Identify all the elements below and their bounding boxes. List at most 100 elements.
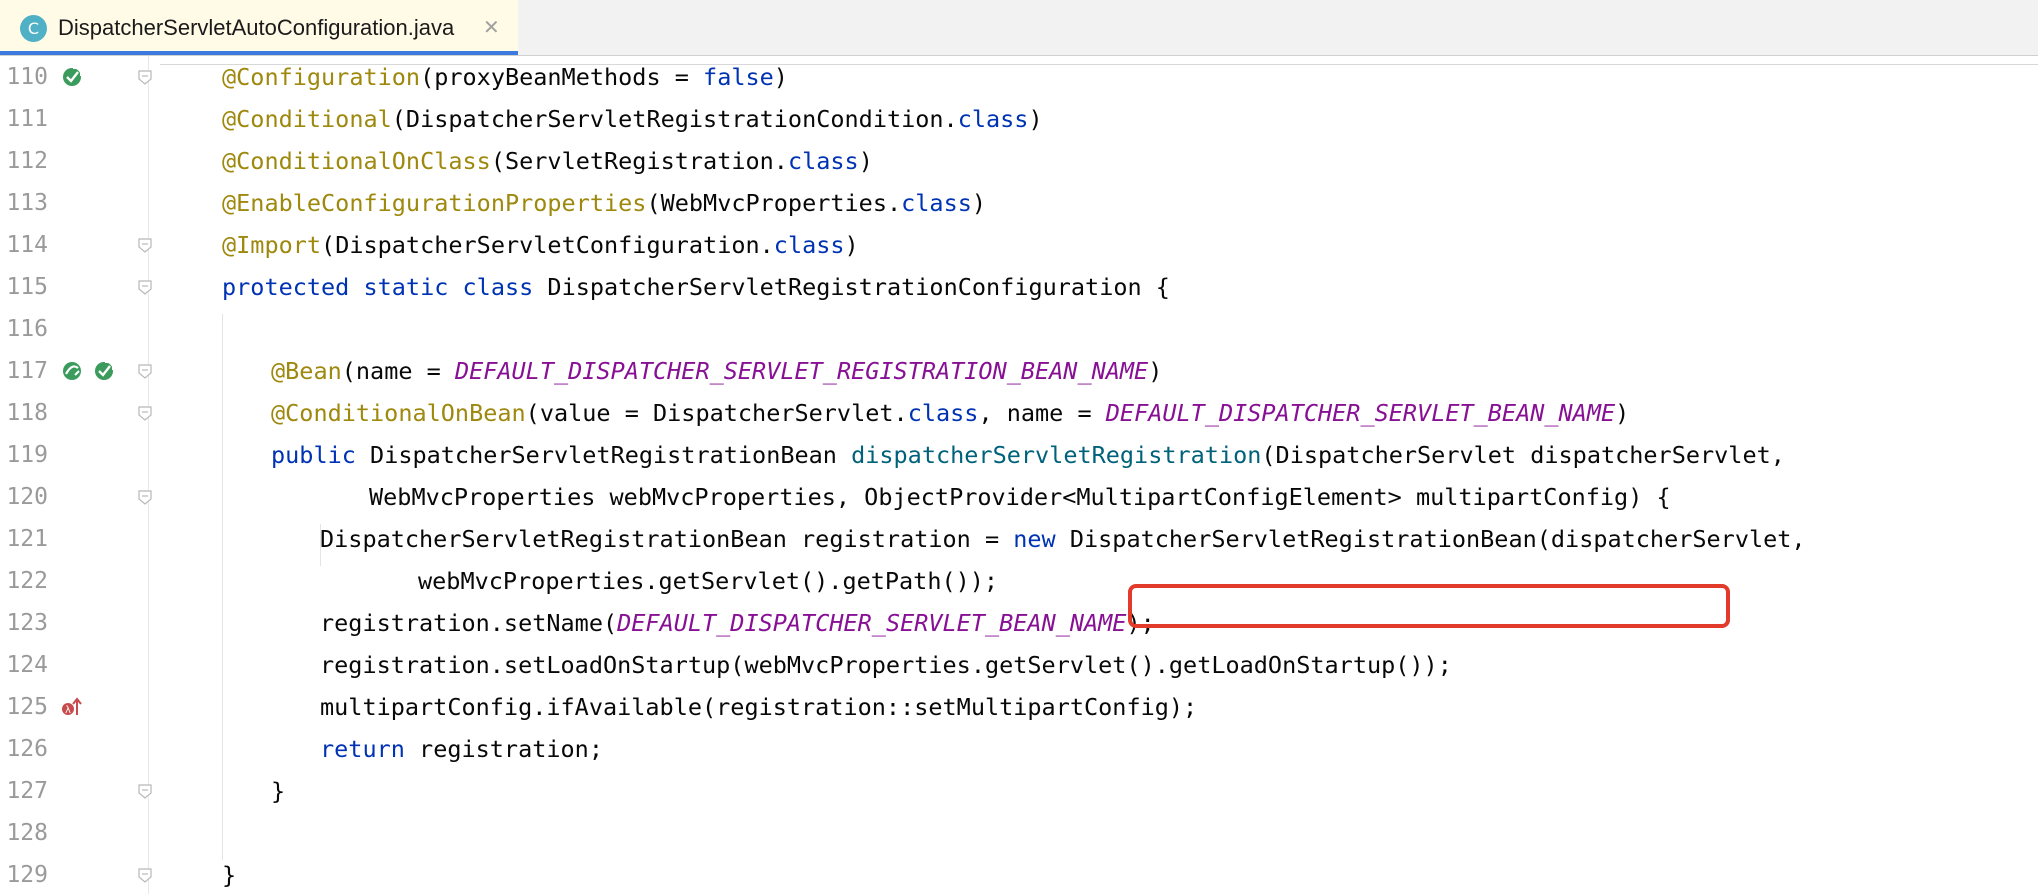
code-token: class bbox=[901, 189, 972, 217]
code-line[interactable]: 128 bbox=[0, 812, 2038, 854]
code-line[interactable]: 121 DispatcherServletRegistrationBean reg… bbox=[0, 518, 2038, 560]
fold-marker-icon[interactable] bbox=[137, 279, 153, 295]
code-token: DEFAULT_DISPATCHER_SERVLET_BEAN_NAME bbox=[1105, 399, 1616, 427]
code-token: ) bbox=[1148, 357, 1163, 385]
code-line[interactable]: 124 registration.setLoadOnStartup(webMvcP… bbox=[0, 644, 2038, 686]
code-text[interactable]: protected static class DispatcherServlet… bbox=[222, 266, 1170, 308]
code-token: @ConditionalOnClass bbox=[222, 147, 491, 175]
code-line[interactable]: 113 @EnableConfigurationProperties(WebMvc… bbox=[0, 182, 2038, 224]
code-text[interactable]: registration.setLoadOnStartup(webMvcProp… bbox=[320, 644, 1452, 686]
code-token: @Conditional bbox=[222, 105, 392, 133]
code-token: public bbox=[271, 441, 371, 469]
close-tab-icon[interactable]: ✕ bbox=[483, 0, 500, 55]
code-token: } bbox=[222, 861, 237, 889]
code-text[interactable]: } bbox=[271, 770, 285, 812]
file-tab-label: DispatcherServletAutoConfiguration.java bbox=[58, 15, 455, 40]
file-tab[interactable]: C DispatcherServletAutoConfiguration.jav… bbox=[0, 0, 518, 55]
code-text[interactable]: @ConditionalOnClass(ServletRegistration.… bbox=[222, 140, 873, 182]
code-token: DispatcherServletRegistrationBean(dispat… bbox=[1069, 525, 1806, 553]
fold-marker-icon[interactable] bbox=[137, 69, 153, 85]
line-number: 126 bbox=[6, 736, 48, 762]
code-editor[interactable]: 110 @Configuration(proxyBeanMethods = fal… bbox=[0, 56, 2038, 894]
line-number: 110 bbox=[6, 64, 48, 90]
code-token: return bbox=[320, 735, 420, 763]
code-token: , name = bbox=[978, 399, 1106, 427]
line-number: 115 bbox=[6, 274, 48, 300]
fold-marker-icon[interactable] bbox=[137, 363, 153, 379]
code-text[interactable]: } bbox=[222, 854, 236, 894]
code-text[interactable]: @Conditional(DispatcherServletRegistrati… bbox=[222, 98, 1043, 140]
code-text[interactable]: return registration; bbox=[320, 728, 603, 770]
code-line[interactable]: 117 @Bean(name = DEFAULT_DISPATCHER_SERVL… bbox=[0, 350, 2038, 392]
code-token: class bbox=[787, 147, 859, 175]
code-token: DEFAULT_DISPATCHER_SERVLET_REGISTRATION_… bbox=[454, 357, 1149, 385]
code-text[interactable]: @Bean(name = DEFAULT_DISPATCHER_SERVLET_… bbox=[271, 350, 1162, 392]
code-text[interactable]: registration.setName(DEFAULT_DISPATCHER_… bbox=[320, 602, 1155, 644]
code-token: ) bbox=[858, 147, 873, 175]
code-token: multipartConfig.ifAvailable(registration… bbox=[320, 693, 1198, 721]
code-token: WebMvcProperties webMvcProperties, Objec… bbox=[369, 483, 1671, 511]
code-text[interactable]: @Import(DispatcherServletConfiguration.c… bbox=[222, 224, 859, 266]
code-token: @Import bbox=[222, 231, 322, 259]
line-number: 111 bbox=[6, 106, 48, 132]
highlight-annotation-box bbox=[1128, 584, 1730, 628]
line-number: 129 bbox=[6, 862, 48, 888]
line-number: 120 bbox=[6, 484, 48, 510]
code-token: ) bbox=[1028, 105, 1043, 133]
code-line[interactable]: 118 @ConditionalOnBean(value = Dispatcher… bbox=[0, 392, 2038, 434]
bean-config-icon[interactable] bbox=[92, 359, 116, 383]
code-line[interactable]: 122 webMvcProperties.getServlet().getPath… bbox=[0, 560, 2038, 602]
code-line[interactable]: 115 protected static class DispatcherServ… bbox=[0, 266, 2038, 308]
code-token: (name = bbox=[341, 357, 455, 385]
code-line[interactable]: 114 @Import(DispatcherServletConfiguratio… bbox=[0, 224, 2038, 266]
code-text[interactable]: DispatcherServletRegistrationBean regist… bbox=[320, 518, 1806, 560]
code-token: ) bbox=[773, 63, 788, 91]
code-line[interactable]: 111 @Conditional(DispatcherServletRegistr… bbox=[0, 98, 2038, 140]
line-number: 117 bbox=[6, 358, 48, 384]
code-line[interactable]: 123 registration.setName(DEFAULT_DISPATCH… bbox=[0, 602, 2038, 644]
code-line[interactable]: 129} bbox=[0, 854, 2038, 894]
code-token: class bbox=[773, 231, 845, 259]
line-number: 116 bbox=[6, 316, 48, 342]
code-text[interactable]: WebMvcProperties webMvcProperties, Objec… bbox=[369, 476, 1671, 518]
line-number: 113 bbox=[6, 190, 48, 216]
code-token: DEFAULT_DISPATCHER_SERVLET_BEAN_NAME bbox=[617, 609, 1127, 637]
code-text[interactable]: @ConditionalOnBean(value = DispatcherSer… bbox=[271, 392, 1629, 434]
code-token: protected static class bbox=[222, 273, 548, 301]
bean-config-icon[interactable] bbox=[60, 65, 84, 89]
code-line[interactable]: 110 @Configuration(proxyBeanMethods = fal… bbox=[0, 56, 2038, 98]
fold-marker-icon[interactable] bbox=[137, 405, 153, 421]
code-line[interactable]: 116 bbox=[0, 308, 2038, 350]
code-text[interactable]: @EnableConfigurationProperties(WebMvcPro… bbox=[222, 182, 986, 224]
code-line[interactable]: 127} bbox=[0, 770, 2038, 812]
code-token: @Configuration bbox=[222, 63, 421, 91]
code-text[interactable]: webMvcProperties.getServlet().getPath())… bbox=[418, 560, 998, 602]
fold-marker-icon[interactable] bbox=[137, 237, 153, 253]
code-line[interactable]: 120 WebMvcProperties webMvcProperties, Ob… bbox=[0, 476, 2038, 518]
code-token: registration.setLoadOnStartup(webMvcProp… bbox=[320, 651, 1452, 679]
fold-marker-icon[interactable] bbox=[137, 867, 153, 883]
code-text[interactable]: public DispatcherServletRegistrationBean… bbox=[271, 434, 1785, 476]
code-token: (ServletRegistration. bbox=[490, 147, 788, 175]
line-number: 122 bbox=[6, 568, 48, 594]
code-token: ) bbox=[844, 231, 859, 259]
java-class-icon: C bbox=[20, 15, 47, 42]
code-token: DispatcherServletRegistrationBean regist… bbox=[320, 525, 1014, 553]
line-number: 121 bbox=[6, 526, 48, 552]
code-line[interactable]: 126 return registration; bbox=[0, 728, 2038, 770]
bean-navigate-icon[interactable] bbox=[60, 359, 84, 383]
code-text[interactable]: multipartConfig.ifAvailable(registration… bbox=[320, 686, 1197, 728]
code-line[interactable]: 119 public DispatcherServletRegistrationB… bbox=[0, 434, 2038, 476]
code-token: @ConditionalOnBean bbox=[271, 399, 526, 427]
code-token: (value = DispatcherServlet. bbox=[525, 399, 908, 427]
lambda-override-icon[interactable]: λ bbox=[60, 695, 84, 719]
code-token: @Bean bbox=[271, 357, 342, 385]
code-line[interactable]: 112 @ConditionalOnClass(ServletRegistrati… bbox=[0, 140, 2038, 182]
code-token: } bbox=[271, 777, 286, 805]
fold-marker-icon[interactable] bbox=[137, 783, 153, 799]
code-token: ) bbox=[971, 189, 987, 217]
code-line[interactable]: 125 multipartConfig.ifAvailable(registrat… bbox=[0, 686, 2038, 728]
code-token: new bbox=[1013, 525, 1070, 553]
fold-marker-icon[interactable] bbox=[137, 489, 153, 505]
code-text[interactable]: @Configuration(proxyBeanMethods = false) bbox=[222, 56, 788, 98]
